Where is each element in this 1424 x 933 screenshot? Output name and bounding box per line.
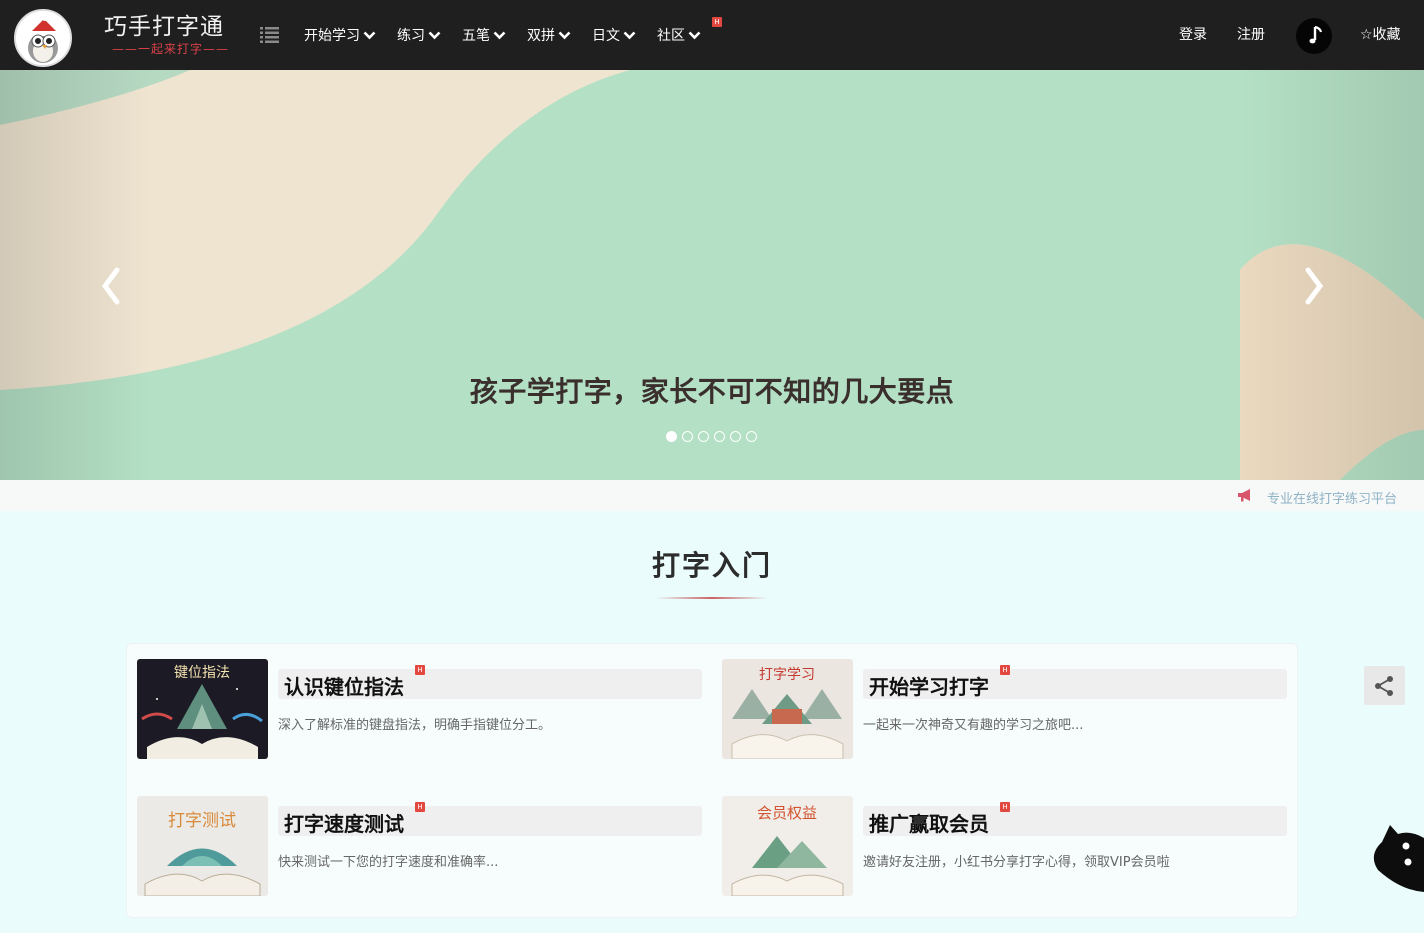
hot-badge: H [415,665,425,675]
share-icon [1375,676,1393,696]
card-description: 一起来一次神奇又有趣的学习之旅吧... [863,718,1084,733]
notice-bar: 专业在线打字练习平台 [0,480,1424,511]
nav-wubi[interactable]: 五笔 [462,24,506,46]
nav-japanese[interactable]: 日文 [592,24,636,46]
nav-community[interactable]: 社区 [657,24,701,46]
nav-label: 双拼 [527,28,555,44]
card-title-bar: 认识键位指法 H [278,665,702,699]
card-start-learning[interactable]: 打字学习 开始学习打字 H 一起来一次神奇又有趣的学习之旅吧... [722,659,1287,759]
brand-subtitle: ——一起来打字—— [112,42,230,56]
nav-label: 日文 [592,28,620,44]
title-underline [656,597,768,599]
card-title-bar: 打字速度测试 H [278,802,702,836]
hot-badge: H [1000,802,1010,812]
music-note-icon [1309,25,1323,44]
card-thumbnail: 会员权益 [722,796,853,896]
nav-shuangpin[interactable]: 双拼 [527,24,571,46]
nav-label: 开始学习 [304,28,360,44]
card-title-bar: 推广赢取会员 H [863,802,1287,836]
site-brand[interactable]: 巧手打字通 ——一起来打字—— [104,12,234,62]
chevron-down-icon [688,31,701,40]
carousel-dot[interactable] [730,431,741,442]
share-button[interactable] [1364,666,1405,705]
chevron-down-icon [493,31,506,40]
card-thumbnail: 键位指法 [137,659,268,759]
black-cat-mascot[interactable] [1370,820,1424,892]
login-link[interactable]: 登录 [1179,24,1207,46]
nav-label: 练习 [397,28,425,44]
section-title: 打字入门 [651,549,772,582]
carousel-dot[interactable] [746,431,757,442]
register-link[interactable]: 注册 [1237,24,1265,46]
chevron-down-icon [623,31,636,40]
music-toggle-button[interactable] [1296,18,1332,54]
nav-start-learning[interactable]: 开始学习 [304,24,376,46]
card-title-bar: 开始学习打字 H [863,665,1287,699]
main-nav: 开始学习 练习 五笔 双拼 日文 社区 [304,24,722,46]
thumb-text: 会员权益 [757,804,817,822]
top-navbar: 巧手打字通 ——一起来打字—— 开始学习 练习 五笔 双拼 日文 社区 H 登录… [0,0,1424,70]
card-title: 打字速度测试 [284,812,404,836]
card-description: 快来测试一下您的打字速度和准确率... [278,855,499,870]
brand-title: 巧手打字通 [104,14,224,40]
thumb-text: 键位指法 [174,665,230,681]
list-menu-icon[interactable] [260,27,279,43]
carousel-next-arrow[interactable] [1302,266,1326,306]
carousel-caption[interactable]: 孩子学打字，家长不可不知的几大要点 [0,370,1424,410]
nav-practice[interactable]: 练习 [397,24,441,46]
notice-text: 专业在线打字练习平台 [1266,492,1397,507]
card-title: 推广赢取会员 [869,812,989,836]
megaphone-icon [1238,489,1250,502]
carousel-dot[interactable] [682,431,693,442]
hot-badge: H [1000,665,1010,675]
carousel-dot[interactable] [714,431,725,442]
carousel-dot[interactable] [698,431,709,442]
hero-carousel: 孩子学打字，家长不可不知的几大要点 [0,70,1424,480]
hot-badge: H [415,802,425,812]
chevron-down-icon [428,31,441,40]
favorite-link[interactable]: ☆收藏 [1360,24,1401,46]
carousel-indicators [666,431,762,442]
card-description: 深入了解标准的键盘指法，明确手指键位分工。 [278,718,552,733]
hot-badge: H [712,17,722,27]
carousel-dot[interactable] [666,431,677,442]
card-promotion-membership[interactable]: 会员权益 推广赢取会员 H 邀请好友注册，小红书分享打字心得，领取VIP会员啦 [722,796,1287,896]
card-thumbnail: 打字学习 [722,659,853,759]
chevron-down-icon [363,31,376,40]
card-thumbnail: 打字测试 [137,796,268,896]
thumb-text: 打字学习 [759,666,815,683]
carousel-prev-arrow[interactable] [99,266,123,306]
owl-logo[interactable] [14,9,72,67]
card-keyboard-fingering[interactable]: 键位指法 认识键位指法 H 深入了解标准的键盘指法，明确手指键位分工。 [137,659,702,759]
card-speed-test[interactable]: 打字测试 打字速度测试 H 快来测试一下您的打字速度和准确率... [137,796,702,896]
banner-background [0,70,1424,480]
card-title: 认识键位指法 [284,675,404,699]
chevron-down-icon [558,31,571,40]
nav-label: 五笔 [462,28,490,44]
card-description: 邀请好友注册，小红书分享打字心得，领取VIP会员啦 [863,855,1170,870]
card-title: 开始学习打字 [869,675,989,699]
thumb-text: 打字测试 [168,811,236,831]
nav-label: 社区 [657,28,685,44]
